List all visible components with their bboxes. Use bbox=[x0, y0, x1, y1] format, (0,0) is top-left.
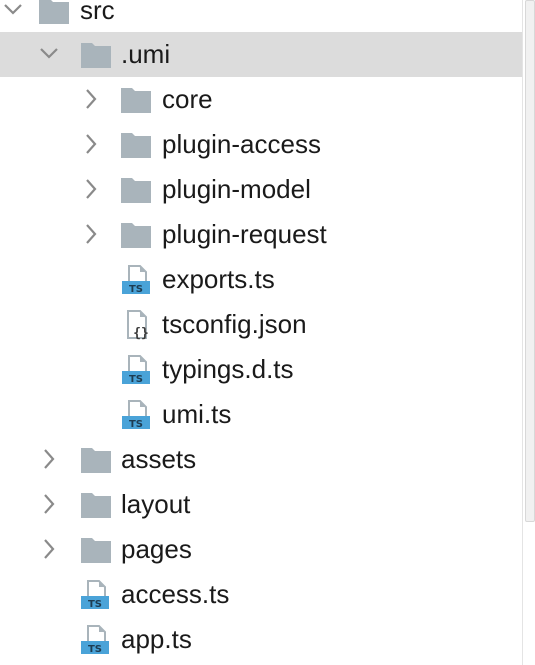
chevron-right-icon[interactable] bbox=[38, 490, 60, 518]
typescript-file-icon: TS bbox=[122, 400, 150, 430]
tree-item-app-ts[interactable]: TS app.ts bbox=[0, 617, 522, 662]
tree-item-plugin-access[interactable]: plugin-access bbox=[0, 122, 522, 167]
chevron-right-icon[interactable] bbox=[80, 130, 102, 158]
chevron-right-icon[interactable] bbox=[38, 535, 60, 563]
chevron-right-icon[interactable] bbox=[38, 445, 60, 473]
json-file-icon: {} bbox=[127, 310, 149, 340]
folder-icon bbox=[121, 223, 151, 248]
tree-item-tsconfig-json[interactable]: {} tsconfig.json bbox=[0, 302, 522, 347]
folder-icon bbox=[81, 43, 111, 68]
tree-item-label: tsconfig.json bbox=[162, 309, 307, 339]
tree-item-umi[interactable]: .umi bbox=[0, 32, 522, 77]
tree-item-label: plugin-request bbox=[162, 219, 327, 249]
folder-icon bbox=[121, 88, 151, 113]
tree-item-label: .umi bbox=[121, 39, 171, 69]
folder-icon bbox=[39, 0, 69, 24]
typescript-file-icon: TS bbox=[81, 625, 109, 655]
typescript-file-icon: TS bbox=[122, 355, 150, 385]
file-badge: TS bbox=[88, 599, 102, 610]
tree-item-label: exports.ts bbox=[162, 264, 275, 294]
file-badge: TS bbox=[129, 374, 143, 385]
tree-item-assets[interactable]: assets bbox=[0, 437, 522, 482]
tree-item-label: assets bbox=[121, 444, 197, 474]
tree-item-label: plugin-model bbox=[162, 174, 311, 204]
folder-icon bbox=[121, 133, 151, 158]
tree-item-label: pages bbox=[121, 534, 192, 564]
tree-item-src[interactable]: src bbox=[0, 0, 522, 33]
tree-item-access-ts[interactable]: TS access.ts bbox=[0, 572, 522, 617]
tree-item-exports-ts[interactable]: TS exports.ts bbox=[0, 257, 522, 302]
tree-item-label: plugin-access bbox=[162, 129, 321, 159]
tree-item-label: layout bbox=[121, 489, 191, 519]
tree-item-plugin-request[interactable]: plugin-request bbox=[0, 212, 522, 257]
scrollbar-thumb[interactable] bbox=[525, 0, 535, 522]
chevron-down-icon[interactable] bbox=[38, 40, 60, 68]
project-tree: src .umi core plugin-access plugin-model… bbox=[0, 0, 522, 665]
tree-item-umi-ts[interactable]: TS umi.ts bbox=[0, 392, 522, 437]
typescript-file-icon: TS bbox=[81, 580, 109, 610]
file-badge: TS bbox=[88, 644, 102, 655]
folder-icon bbox=[81, 448, 111, 473]
chevron-down-icon[interactable] bbox=[2, 0, 24, 24]
tree-item-layout[interactable]: layout bbox=[0, 482, 522, 527]
tree-item-label: src bbox=[80, 0, 115, 25]
typescript-file-icon: TS bbox=[122, 265, 150, 295]
tree-item-label: access.ts bbox=[121, 579, 230, 609]
folder-icon bbox=[121, 178, 151, 203]
chevron-right-icon[interactable] bbox=[80, 220, 102, 248]
chevron-right-icon[interactable] bbox=[80, 85, 102, 113]
tree-item-plugin-model[interactable]: plugin-model bbox=[0, 167, 522, 212]
tree-item-core[interactable]: core bbox=[0, 77, 522, 122]
file-badge: {} bbox=[133, 326, 149, 340]
file-badge: TS bbox=[129, 419, 143, 430]
tree-item-pages[interactable]: pages bbox=[0, 527, 522, 572]
tree-item-label: typings.d.ts bbox=[162, 354, 294, 384]
tree-item-typings-d-ts[interactable]: TS typings.d.ts bbox=[0, 347, 522, 392]
tree-item-label: app.ts bbox=[121, 624, 192, 654]
vertical-scrollbar[interactable] bbox=[522, 0, 535, 665]
folder-icon bbox=[81, 538, 111, 563]
chevron-right-icon[interactable] bbox=[80, 175, 102, 203]
tree-item-label: umi.ts bbox=[162, 399, 232, 429]
folder-icon bbox=[81, 493, 111, 518]
tree-item-label: core bbox=[162, 84, 213, 114]
file-badge: TS bbox=[129, 284, 143, 295]
